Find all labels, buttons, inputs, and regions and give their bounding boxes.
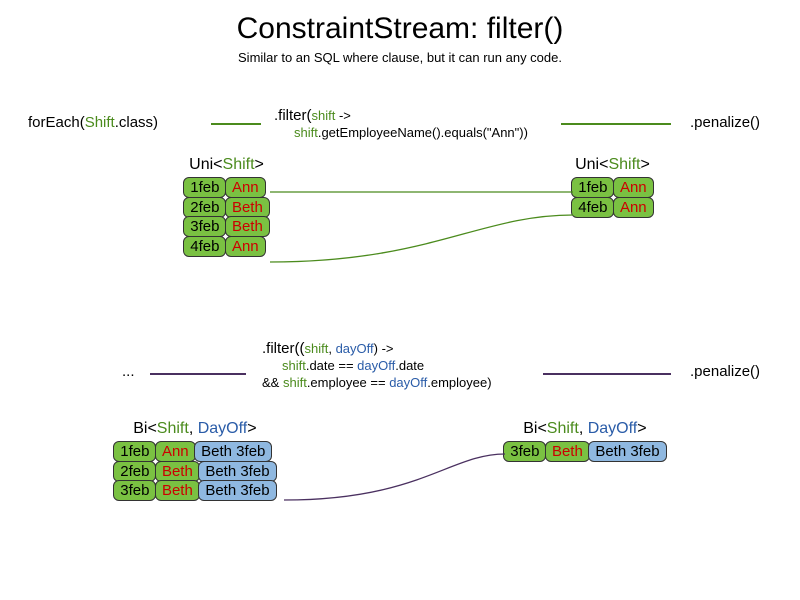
cell-employee: Ann (155, 441, 196, 462)
connector (211, 123, 261, 125)
cell-employee: Beth (155, 480, 200, 501)
cell-date: 1feb (571, 177, 614, 198)
chain2-penalize: .penalize() (690, 363, 760, 380)
cell-employee: Beth (225, 216, 270, 237)
uni-header: Uni<Shift> (572, 156, 653, 174)
connector (561, 123, 671, 125)
table-row: 1feb Ann Beth 3feb (114, 442, 276, 462)
cell-dayoff: Beth 3feb (198, 461, 276, 482)
chain1-penalize: .penalize() (690, 114, 760, 131)
page-subtitle: Similar to an SQL where clause, but it c… (0, 50, 800, 65)
cell-date: 3feb (113, 480, 156, 501)
uni-table-right: Uni<Shift> 1feb Ann 4feb Ann (572, 156, 653, 217)
cell-dayoff: Beth 3feb (198, 480, 276, 501)
bi-table-right: Bi<Shift, DayOff> 3feb Beth Beth 3feb (504, 420, 666, 462)
cell-date: 2feb (113, 461, 156, 482)
cell-dayoff: Beth 3feb (588, 441, 666, 462)
bi-table-left: Bi<Shift, DayOff> 1feb Ann Beth 3feb 2fe… (114, 420, 276, 501)
table-row: 3feb Beth Beth 3feb (504, 442, 666, 462)
chain2-ellipsis: ... (122, 363, 135, 380)
cell-date: 4feb (571, 197, 614, 218)
table-row: 4feb Ann (572, 198, 653, 218)
chain1-filter: .filter(shift -> shift.getEmployeeName()… (274, 107, 528, 141)
cell-employee: Beth (545, 441, 590, 462)
cell-employee: Ann (225, 177, 266, 198)
connector (150, 373, 246, 375)
table-row: 1feb Ann (572, 178, 653, 198)
cell-date: 3feb (503, 441, 546, 462)
cell-date: 1feb (113, 441, 156, 462)
bi-header: Bi<Shift, DayOff> (504, 420, 666, 438)
cell-employee: Ann (225, 236, 266, 257)
table-row: 2feb Beth Beth 3feb (114, 462, 276, 482)
cell-employee: Ann (613, 197, 654, 218)
table-row: 3feb Beth (184, 217, 269, 237)
table-row: 4feb Ann (184, 237, 269, 257)
table-row: 2feb Beth (184, 198, 269, 218)
connector (543, 373, 671, 375)
cell-dayoff: Beth 3feb (194, 441, 272, 462)
uni-table-left: Uni<Shift> 1feb Ann 2feb Beth 3feb Beth … (184, 156, 269, 256)
cell-employee: Beth (225, 197, 270, 218)
diagram-wires (0, 0, 800, 600)
chain1-foreach: forEach(Shift.class) (28, 114, 158, 131)
table-row: 3feb Beth Beth 3feb (114, 481, 276, 501)
cell-employee: Ann (613, 177, 654, 198)
uni-header: Uni<Shift> (184, 156, 269, 174)
cell-employee: Beth (155, 461, 200, 482)
chain2-filter: .filter((shift, dayOff) -> shift.date ==… (262, 340, 492, 391)
bi-header: Bi<Shift, DayOff> (114, 420, 276, 438)
cell-date: 2feb (183, 197, 226, 218)
page-title: ConstraintStream: filter() (0, 0, 800, 46)
table-row: 1feb Ann (184, 178, 269, 198)
cell-date: 4feb (183, 236, 226, 257)
cell-date: 1feb (183, 177, 226, 198)
cell-date: 3feb (183, 216, 226, 237)
